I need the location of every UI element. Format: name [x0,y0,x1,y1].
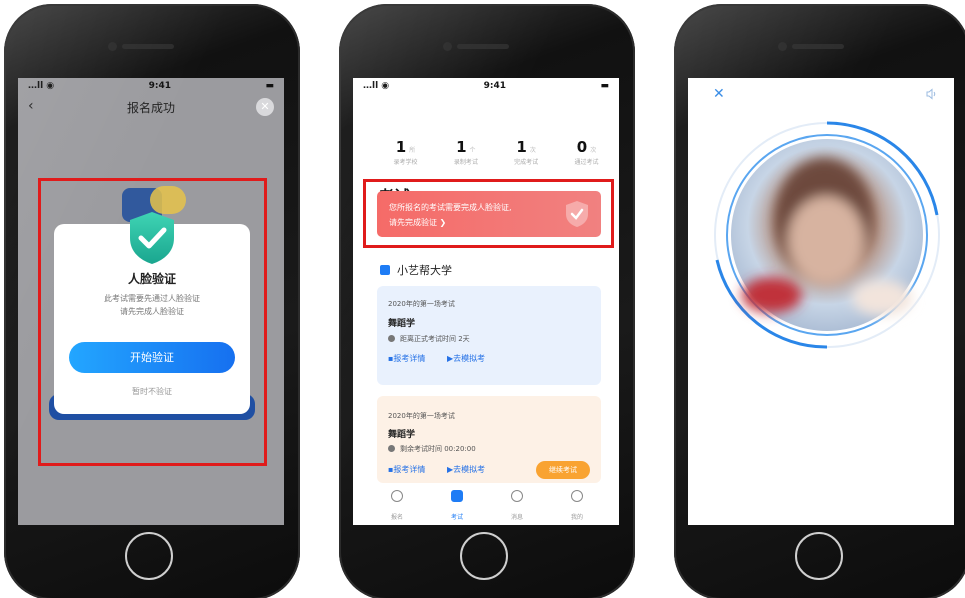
home-button[interactable] [460,532,508,580]
status-time: 9:41 [148,81,172,91]
home-icon [391,490,403,502]
front-camera [108,42,117,51]
close-icon[interactable]: ✕ [713,86,725,102]
nav-bar: ‹ 报名成功 ✕ [18,94,284,120]
battery-icon: ▬ [265,81,274,91]
earpiece [122,44,174,49]
exam-subtitle: 2020年的第一场考试 [388,412,455,420]
stat-item[interactable]: 0次 通过考试 [559,137,614,169]
highlight-box [38,178,267,466]
battery-icon: ▬ [600,81,609,91]
tab-exam[interactable]: 考试 [437,486,477,522]
face-scan-frame [714,121,940,349]
status-time: 9:41 [483,81,507,91]
home-button[interactable] [795,532,843,580]
home-button[interactable] [125,532,173,580]
earpiece [457,44,509,49]
tab-bar: 报名 考试 消息 我的 [367,486,607,522]
exam-card[interactable]: 2020年的第一场考试 舞蹈学 距离正式考试时间 2天 ▪报考详情 ▶去模拟考 [377,286,601,385]
page-title: 报名成功 [126,100,175,115]
tab-messages[interactable]: 消息 [497,486,537,522]
signal-icon: …ll ◉ [363,81,390,91]
clock-icon [388,445,395,452]
exam-subtitle: 2020年的第一场考试 [388,300,455,308]
speaker-icon[interactable] [926,88,938,100]
stat-item[interactable]: 1次 完成考试 [499,137,554,169]
stat-item[interactable]: 1个 录制考试 [438,137,493,169]
exam-stats: 1所 录考学校 1个 录制考试 1次 完成考试 0次 通过考试 [378,137,614,169]
exam-detail-link[interactable]: ▪报考详情 [388,464,425,475]
status-bar: …ll ◉ 9:41 ▬ [18,78,284,94]
status-bar: …ll ◉ 9:41 ▬ [353,78,619,94]
exam-name: 舞蹈学 [388,319,416,329]
message-icon [511,490,523,502]
profile-icon [571,490,583,502]
stat-item[interactable]: 1所 录考学校 [378,137,433,169]
mock-exam-link[interactable]: ▶去模拟考 [447,464,485,475]
school-logo-icon [380,265,390,275]
continue-exam-button[interactable]: 继续考试 [536,461,590,479]
front-camera [778,42,787,51]
exam-card[interactable]: 2020年的第一场考试 舞蹈学 剩余考试时间 00:20:00 ▪报考详情 ▶去… [377,396,601,483]
chevron-left-icon[interactable]: ‹ [28,98,34,114]
exam-icon [451,490,463,502]
mock-exam-link[interactable]: ▶去模拟考 [447,353,485,364]
school-header: 小艺帮大学 [380,262,452,278]
exam-time: 剩余考试时间 00:20:00 [388,444,476,454]
school-name: 小艺帮大学 [397,264,452,277]
tab-profile[interactable]: 我的 [557,486,597,522]
earpiece [792,44,844,49]
exam-detail-link[interactable]: ▪报考详情 [388,353,425,364]
front-camera [443,42,452,51]
tab-signup[interactable]: 报名 [377,486,417,522]
signal-icon: …ll ◉ [28,81,55,91]
clock-icon [388,335,395,342]
exam-name: 舞蹈学 [388,430,416,440]
highlight-box [363,179,614,248]
exam-time: 距离正式考试时间 2天 [388,334,470,344]
close-icon[interactable]: ✕ [256,98,274,116]
